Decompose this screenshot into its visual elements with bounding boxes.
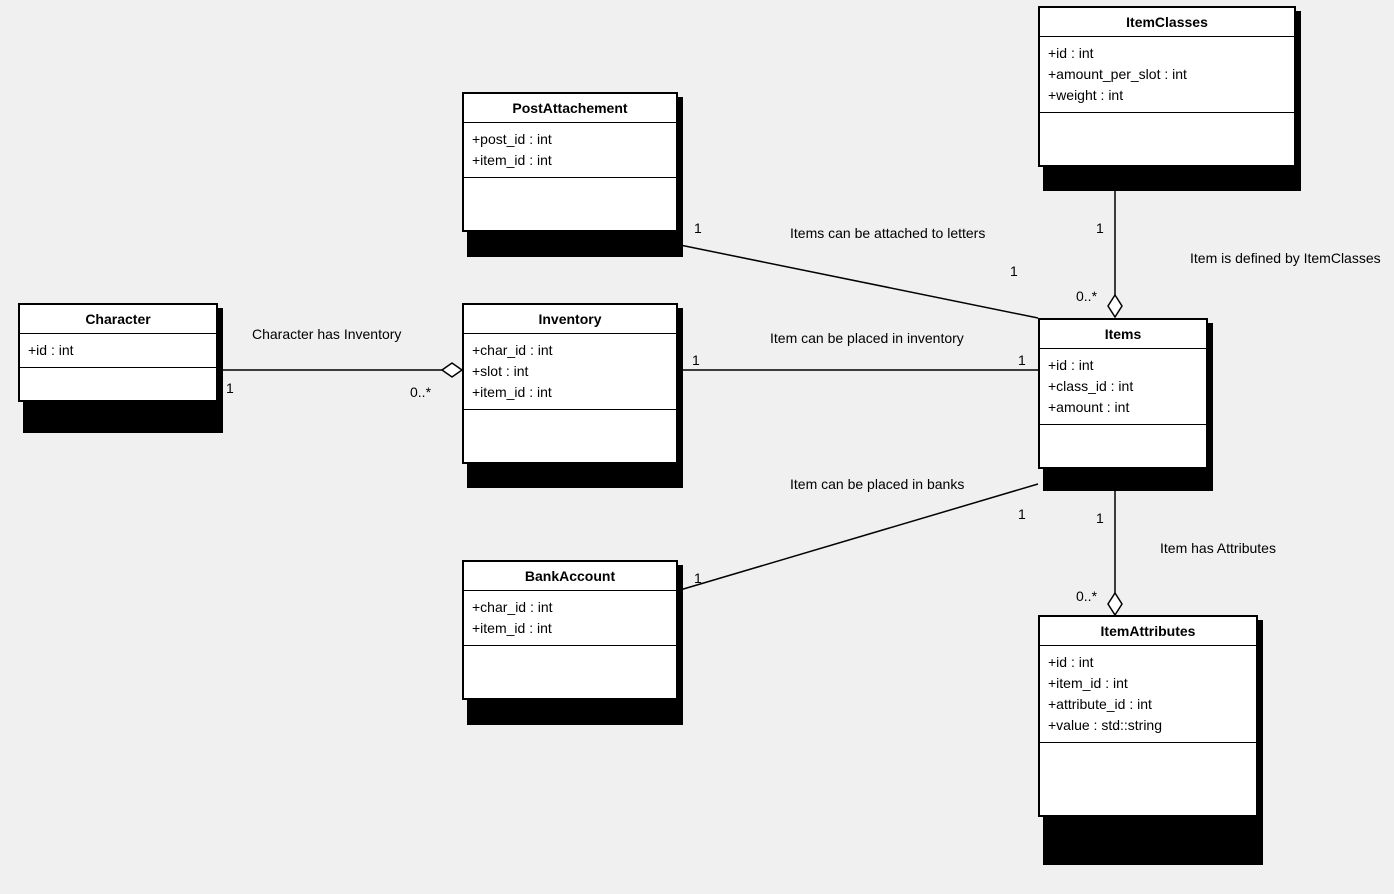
multiplicity: 1	[694, 570, 702, 586]
attr: +item_id : int	[472, 150, 668, 171]
class-attrs: +post_id : int +item_id : int	[464, 123, 676, 178]
class-title: Items	[1040, 320, 1206, 349]
class-ops	[1040, 113, 1294, 165]
relation-label: Items can be attached to letters	[790, 225, 985, 241]
attr: +attribute_id : int	[1048, 694, 1248, 715]
relation-label: Item is defined by ItemClasses	[1190, 250, 1381, 266]
class-title: Character	[20, 305, 216, 334]
class-title: PostAttachement	[464, 94, 676, 123]
class-attrs: +char_id : int +slot : int +item_id : in…	[464, 334, 676, 410]
class-attrs: +char_id : int +item_id : int	[464, 591, 676, 646]
attr: +value : std::string	[1048, 715, 1248, 736]
class-ops	[20, 368, 216, 400]
attr: +char_id : int	[472, 597, 668, 618]
multiplicity: 1	[1096, 510, 1104, 526]
class-attrs: +id : int +class_id : int +amount : int	[1040, 349, 1206, 425]
attr: +id : int	[1048, 355, 1198, 376]
class-ops	[1040, 743, 1256, 815]
relation-label: Character has Inventory	[252, 326, 401, 342]
multiplicity: 1	[1010, 263, 1018, 279]
class-title: Inventory	[464, 305, 676, 334]
attr: +slot : int	[472, 361, 668, 382]
class-attrs: +id : int +amount_per_slot : int +weight…	[1040, 37, 1294, 113]
class-ops	[464, 410, 676, 462]
multiplicity: 1	[1018, 506, 1026, 522]
multiplicity: 1	[1096, 220, 1104, 236]
attr: +item_id : int	[472, 618, 668, 639]
class-title: BankAccount	[464, 562, 676, 591]
multiplicity: 0..*	[1076, 288, 1097, 304]
attr: +id : int	[1048, 43, 1286, 64]
attr: +class_id : int	[1048, 376, 1198, 397]
class-title: ItemAttributes	[1040, 617, 1256, 646]
attr: +amount_per_slot : int	[1048, 64, 1286, 85]
multiplicity: 1	[692, 352, 700, 368]
class-attrs: +id : int +item_id : int +attribute_id :…	[1040, 646, 1256, 743]
class-ops	[464, 178, 676, 230]
attr: +item_id : int	[1048, 673, 1248, 694]
class-attrs: +id : int	[20, 334, 216, 368]
attr: +id : int	[28, 340, 208, 361]
attr: +id : int	[1048, 652, 1248, 673]
relation-label: Item can be placed in inventory	[770, 330, 964, 346]
relation-label: Item has Attributes	[1160, 540, 1276, 556]
multiplicity: 1	[226, 380, 234, 396]
class-ops	[1040, 425, 1206, 467]
class-ops	[464, 646, 676, 698]
attr: +item_id : int	[472, 382, 668, 403]
class-title: ItemClasses	[1040, 8, 1294, 37]
multiplicity: 0..*	[410, 384, 431, 400]
attr: +amount : int	[1048, 397, 1198, 418]
attr: +post_id : int	[472, 129, 668, 150]
attr: +char_id : int	[472, 340, 668, 361]
relation-label: Item can be placed in banks	[790, 476, 964, 492]
multiplicity: 1	[694, 220, 702, 236]
multiplicity: 1	[1018, 352, 1026, 368]
multiplicity: 0..*	[1076, 588, 1097, 604]
attr: +weight : int	[1048, 85, 1286, 106]
